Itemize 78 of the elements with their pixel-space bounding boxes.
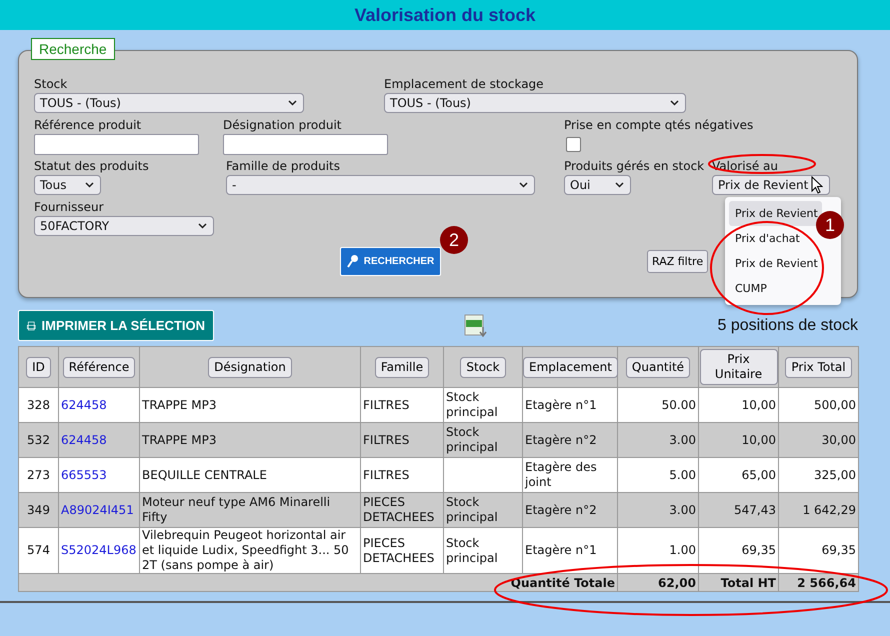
- table-cell: 50.00: [618, 388, 698, 422]
- sort-header-button[interactable]: Famille: [374, 356, 430, 378]
- table-cell: 574: [18, 528, 58, 574]
- table-cell: FILTRES: [360, 422, 444, 458]
- table-cell: 3.00: [618, 492, 698, 528]
- select-field[interactable]: Tous: [34, 175, 101, 195]
- table-cell: 69,35: [698, 528, 778, 574]
- select-field[interactable]: -: [226, 175, 535, 195]
- search-button[interactable]: RECHERCHER: [340, 246, 441, 276]
- sort-header-button[interactable]: Stock: [460, 356, 506, 378]
- total-cell: 62,00: [618, 574, 698, 592]
- table-cell: 325,00: [778, 458, 858, 492]
- dropdown-option[interactable]: CUMP: [729, 276, 771, 301]
- reset-filter-button[interactable]: RAZ filtre: [647, 250, 708, 272]
- sort-header-button[interactable]: Emplacement: [523, 356, 618, 378]
- table-cell: PIECES DETACHEES: [360, 528, 444, 574]
- table-cell: 500,00: [778, 388, 858, 422]
- table-cell: 547,43: [698, 492, 778, 528]
- field-label: Désignation produit: [223, 118, 342, 133]
- print-button[interactable]: IMPRIMER LA SÉLECTION: [18, 310, 214, 341]
- field-label: Produits gérés en stock: [564, 159, 704, 174]
- table-cell: TRAPPE MP3: [140, 422, 360, 458]
- select-field[interactable]: 50FACTORY: [34, 216, 214, 236]
- table-cell: 328: [18, 388, 58, 422]
- field-label: Référence produit: [34, 118, 142, 133]
- table-cell: 532: [18, 422, 58, 458]
- table-cell: PIECES DETACHEES: [360, 492, 444, 528]
- table-cell: 3.00: [618, 422, 698, 458]
- field-label: Statut des produits: [34, 159, 149, 174]
- table-cell: 69,35: [778, 528, 858, 574]
- table-cell: 10,00: [698, 422, 778, 458]
- table-cell: Etagère n°1: [522, 528, 618, 574]
- field-label: Famille de produits: [226, 159, 340, 174]
- page-title: Valorisation du stock: [354, 4, 536, 26]
- table-cell: 30,00: [778, 422, 858, 458]
- table-cell: 1.00: [618, 528, 698, 574]
- dropdown-option[interactable]: Prix d'achat: [729, 226, 804, 251]
- field-label: Stock: [34, 77, 68, 92]
- sort-header-button[interactable]: Quantité: [626, 356, 690, 378]
- field-label: Prise en compte qtés négatives: [564, 118, 754, 133]
- table-cell: TRAPPE MP3: [140, 388, 360, 422]
- table-cell: 1 642,29: [778, 492, 858, 528]
- table-cell: 10,00: [698, 388, 778, 422]
- total-label: Quantité Totale: [18, 574, 618, 592]
- field-label: Fournisseur: [34, 200, 104, 215]
- total-cell: 2 566,64: [778, 574, 858, 592]
- table-cell: BEQUILLE CENTRALE: [140, 458, 360, 492]
- sort-header-button[interactable]: ID: [26, 356, 51, 378]
- dropdown-option[interactable]: Prix de Revient: [729, 201, 822, 226]
- panel-legend: Recherche: [31, 38, 115, 60]
- select-field[interactable]: TOUS - (Tous): [384, 93, 686, 113]
- select-field[interactable]: Oui: [564, 175, 631, 195]
- table-cell: Stock principal: [444, 528, 522, 574]
- select-field[interactable]: Prix de Revient: [712, 175, 830, 195]
- table-cell: Stock principal: [444, 492, 522, 528]
- table-cell: Etagère n°2: [522, 422, 618, 458]
- total-label: Total HT: [698, 574, 778, 592]
- sort-header-button[interactable]: Prix Total: [785, 356, 852, 378]
- table-cell: 5.00: [618, 458, 698, 492]
- sort-header-button[interactable]: Désignation: [208, 356, 292, 378]
- table-cell: FILTRES: [360, 458, 444, 492]
- table-cell: 273: [18, 458, 58, 492]
- table-cell: FILTRES: [360, 388, 444, 422]
- sort-header-button[interactable]: Référence: [62, 356, 136, 378]
- table-cell: 65,00: [698, 458, 778, 492]
- table-cell: Etagère n°1: [522, 388, 618, 422]
- table-cell: Stock principal: [444, 422, 522, 458]
- table-cell: Etagère des joint: [522, 458, 618, 492]
- select-field[interactable]: TOUS - (Tous): [34, 93, 304, 113]
- sort-header-button[interactable]: Prix Unitaire: [700, 349, 778, 385]
- result-count: 5 positions de stock: [717, 316, 858, 334]
- table-cell: Etagère n°2: [522, 492, 618, 528]
- table-cell: Vilebrequin Peugeot horizontal air et liquide Ludix, Speedfight 3... 50 2T (sans pompe à air): [140, 528, 360, 574]
- table-cell: Moteur neuf type AM6 Minarelli Fifty: [140, 492, 360, 528]
- field-label: Emplacement de stockage: [384, 77, 544, 92]
- table-cell: Stock principal: [444, 388, 522, 422]
- table-cell: 349: [18, 492, 58, 528]
- dropdown-option[interactable]: Prix de Revient: [729, 251, 822, 276]
